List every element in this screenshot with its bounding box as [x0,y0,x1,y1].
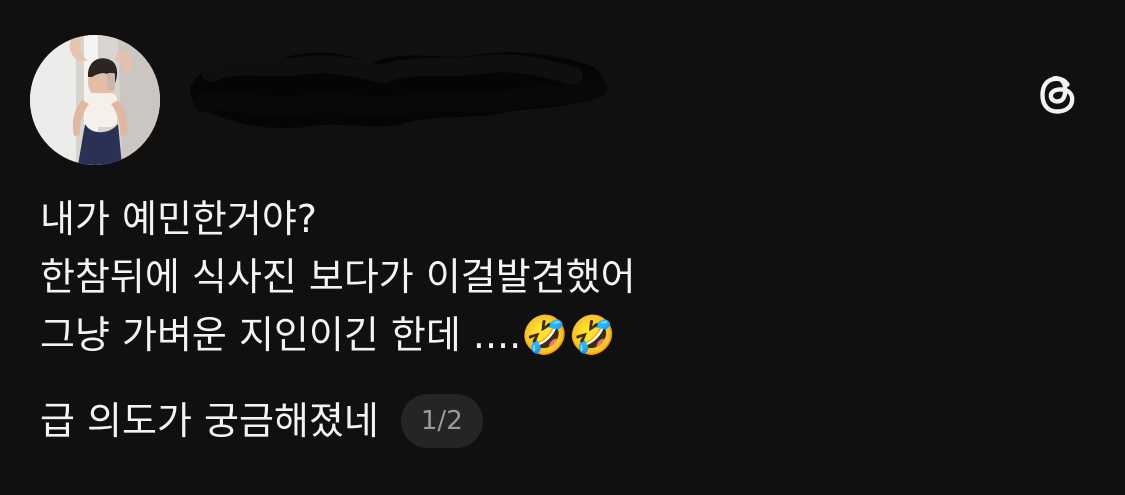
page-indicator[interactable]: 1/2 [400,394,483,448]
post-line-2: 한참뒤에 식사진 보다가 이걸발견했어 [40,255,636,299]
post-line-3: 그냥 가벼운 지인이긴 한데 ....🤣🤣 [40,313,616,357]
post-line-4: 급 의도가 궁금해졌네 [40,399,379,443]
avatar[interactable] [30,35,160,165]
threads-icon[interactable] [1033,70,1083,120]
threads-post-screenshot: 내가 예민한거야? 한참뒤에 식사진 보다가 이걸발견했어 그냥 가벼운 지인이… [0,0,1125,495]
redacted-username [189,52,607,129]
post-final-row: 급 의도가 궁금해졌네 1/2 [40,392,940,450]
post-text: 내가 예민한거야? 한참뒤에 식사진 보다가 이걸발견했어 그냥 가벼운 지인이… [40,190,940,450]
post-line-1: 내가 예민한거야? [40,197,317,241]
